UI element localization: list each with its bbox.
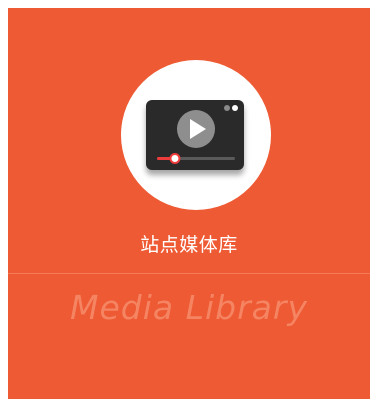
indicator-dot-1 bbox=[224, 105, 230, 111]
video-player-icon bbox=[146, 100, 244, 170]
progress-knob bbox=[169, 153, 181, 164]
indicator-dot-2 bbox=[232, 105, 238, 111]
divider bbox=[8, 273, 370, 274]
tile-title: 站点媒体库 bbox=[140, 234, 238, 256]
media-library-tile[interactable]: 站点媒体库 Media Library bbox=[8, 8, 370, 399]
tile-subtitle: Media Library bbox=[70, 288, 308, 327]
icon-circle bbox=[121, 60, 271, 210]
